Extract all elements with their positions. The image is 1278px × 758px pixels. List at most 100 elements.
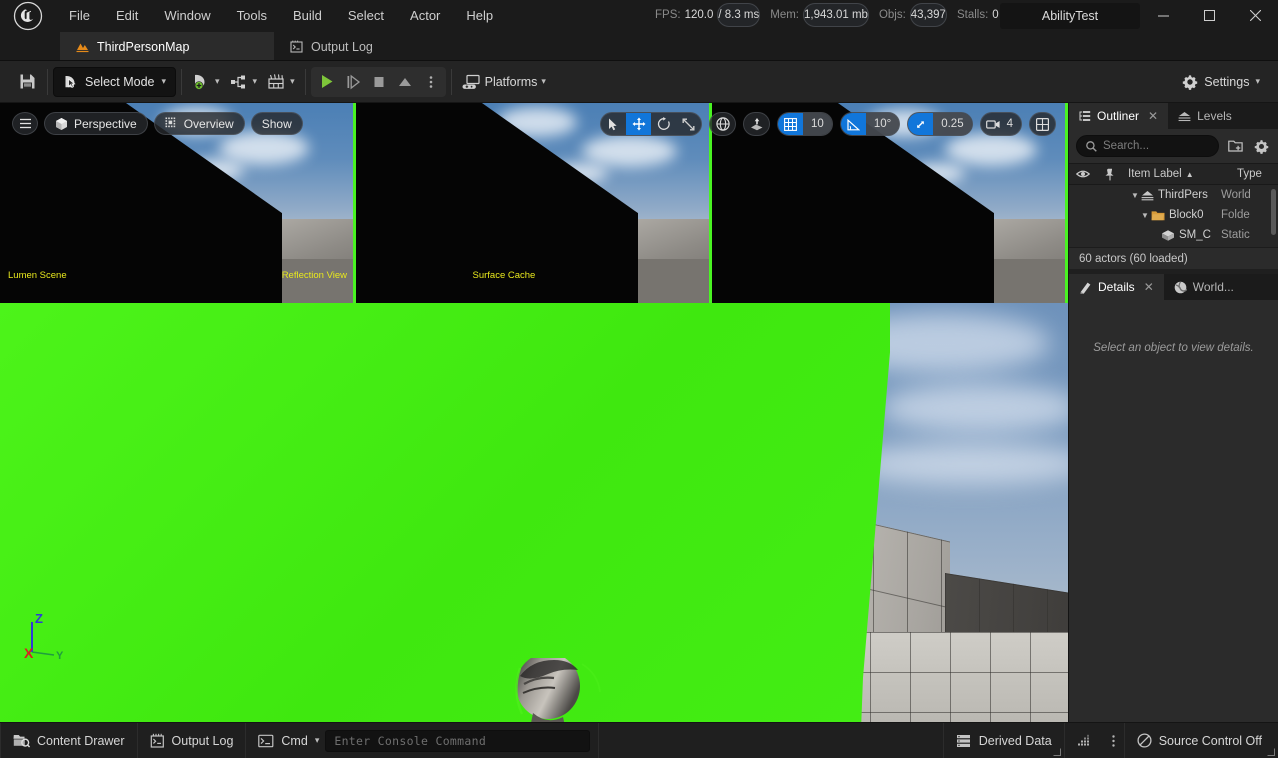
cinematics-button[interactable]: ▾ [262,67,300,97]
menu-help[interactable]: Help [453,0,506,32]
level-map-icon [76,40,89,53]
cloud [880,383,1068,433]
new-folder-button[interactable] [1225,136,1245,156]
stop-button[interactable] [366,67,392,97]
maximize-button[interactable] [1186,0,1232,30]
settings-button[interactable]: Settings ▾ [1174,67,1268,97]
select-tool-button[interactable] [601,113,626,135]
blueprints-button[interactable]: ▾ [225,67,263,97]
save-button[interactable] [12,67,42,97]
viewport-camera-button[interactable]: Perspective [44,112,148,135]
cmd-label: Cmd [281,733,308,748]
menu-tools[interactable]: Tools [224,0,280,32]
details-panel: Select an object to view details. [1069,300,1278,722]
column-pin[interactable] [1097,163,1122,185]
tab-outliner[interactable]: Outliner ✕ [1069,103,1169,129]
viewport-menu-button[interactable] [12,112,38,135]
chevron-down-icon[interactable]: ▼ [1131,191,1141,200]
surface-snap-button[interactable] [743,112,771,136]
rotate-tool-button[interactable] [651,113,676,135]
outliner-icon [1079,110,1091,122]
status-more-options-button[interactable] [1103,723,1124,758]
derived-data-label: Derived Data [978,733,1052,748]
tab-thirdpersonmap[interactable]: ThirdPersonMap [60,32,274,61]
column-type[interactable]: Type [1234,163,1278,185]
content-drawer-button[interactable]: Content Drawer [1,723,137,758]
tab-output-log[interactable]: Output Log [274,32,389,61]
cmd-dropdown[interactable]: Cmd ▾ [246,723,323,758]
play-button[interactable] [313,67,340,97]
progress-button[interactable] [1065,723,1103,758]
outliner-tree[interactable]: ▼ ThirdPers World ▼ Block0 Folde SM_C St… [1069,185,1278,247]
tab-label: ThirdPersonMap [97,39,190,54]
menu-edit[interactable]: Edit [103,0,151,32]
chevron-down-icon: ▾ [290,76,295,86]
column-visibility[interactable] [1069,163,1097,185]
menu-build[interactable]: Build [280,0,335,32]
row-name[interactable]: Block0 [1151,209,1204,221]
source-control-button[interactable]: Source Control Off [1125,723,1278,758]
minimize-button[interactable] [1140,0,1186,30]
close-icon[interactable]: ✕ [1144,280,1154,294]
tab-details[interactable]: Details ✕ [1069,274,1164,300]
camera-speed-icon-button[interactable] [981,113,1006,135]
output-log-button[interactable]: Output Log [138,723,246,758]
table-row[interactable]: ▼ Block0 Folde [1069,205,1278,225]
add-actor-button[interactable]: ▾ [187,67,225,97]
angle-snap-value[interactable]: 10° [865,113,900,135]
scale-snap-toggle[interactable] [908,113,934,135]
eject-button[interactable] [392,67,418,97]
console-command-input[interactable]: Enter Console Command [325,729,591,752]
tab-label: Output Log [311,39,373,54]
menu-file[interactable]: File [56,0,103,32]
derived-data-button[interactable]: Derived Data [944,723,1064,758]
camera-speed-group[interactable]: 4 [979,112,1022,136]
search-icon [1086,140,1097,152]
more-options-icon [1112,734,1115,747]
world-coordinate-icon-button[interactable] [710,113,735,135]
table-row[interactable]: SM_C Static [1069,225,1278,245]
viewport-show-button[interactable]: Show [250,112,303,135]
menu-select[interactable]: Select [335,0,397,32]
viewport-layout-button[interactable] [1029,112,1056,136]
column-item-label[interactable]: Item Label ▲ [1122,163,1234,185]
surface-snap-icon-button[interactable] [744,113,769,135]
angle-snap-toggle[interactable] [840,113,866,135]
select-mode-button[interactable]: Select Mode ▾ [53,66,177,97]
platforms-button[interactable]: Platforms ▾ [457,67,551,97]
viewport-layout-icon-button[interactable] [1030,113,1055,135]
search-placeholder: Search... [1103,140,1150,152]
menu-window[interactable]: Window [151,0,223,32]
close-button[interactable] [1232,0,1278,30]
objs-value: 43,397 [909,3,947,27]
row-type: Static [1221,229,1250,241]
tab-levels[interactable]: Levels [1168,103,1242,129]
outliner-scrollbar[interactable] [1271,189,1276,235]
skip-play-button[interactable] [340,67,366,97]
static-mesh-icon [1161,229,1175,242]
play-more-options-button[interactable] [418,67,444,97]
world-coordinate-button[interactable] [709,112,737,136]
menu-actor[interactable]: Actor [397,0,453,32]
table-row[interactable]: ▼ ThirdPers World [1069,185,1278,205]
outliner-settings-button[interactable] [1251,136,1271,156]
level-viewport[interactable]: Z Y X [0,303,1068,722]
chevron-down-icon[interactable]: ▼ [1141,211,1151,220]
resize-grip-icon [1053,748,1061,756]
translate-tool-button[interactable] [626,113,652,135]
row-name[interactable]: ThirdPers [1141,189,1208,201]
add-actor-icon [194,74,205,90]
scale-snap-value[interactable]: 0.25 [933,113,972,135]
skip-play-icon [347,74,360,89]
grid-snap-value[interactable]: 10 [803,113,832,135]
unreal-engine-logo-icon[interactable] [0,0,56,32]
camera-speed-value[interactable]: 4 [1006,113,1021,135]
tab-world-settings[interactable]: World... [1164,274,1244,300]
scale-tool-button[interactable] [676,113,701,135]
grid-snap-toggle[interactable] [778,113,804,135]
row-name[interactable]: SM_C [1161,229,1211,242]
viewport-viewmode-button[interactable]: Overview [153,112,245,135]
search-input[interactable]: Search... [1076,135,1219,157]
close-icon[interactable]: ✕ [1148,109,1158,123]
rotate-gizmo-icon [657,117,670,130]
